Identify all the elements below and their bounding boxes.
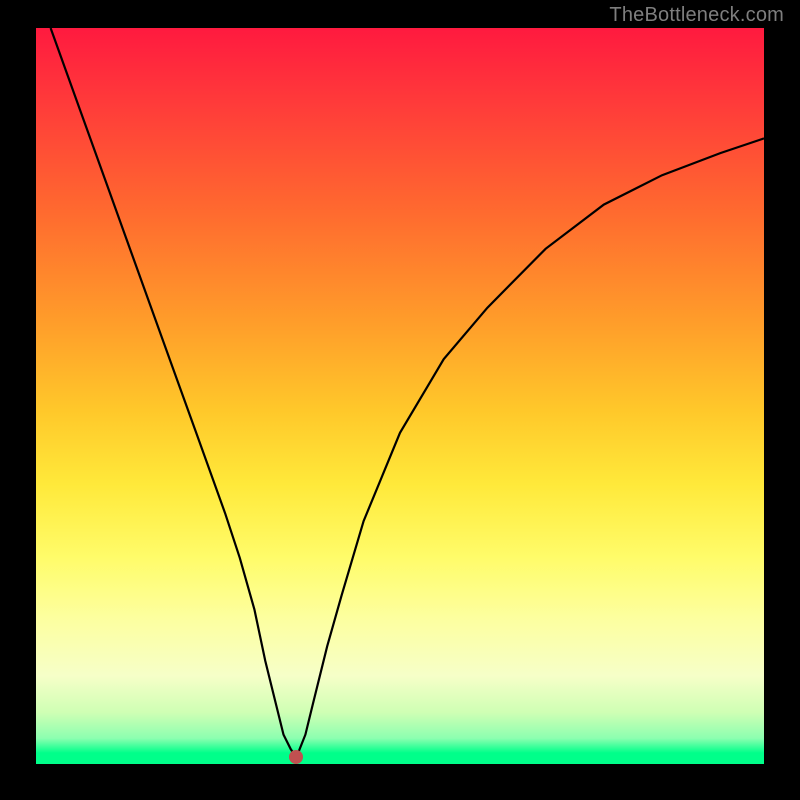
optimum-marker bbox=[289, 750, 303, 764]
plot-area bbox=[36, 28, 764, 764]
chart-frame: TheBottleneck.com bbox=[0, 0, 800, 800]
bottleneck-curve bbox=[36, 28, 764, 764]
watermark-text: TheBottleneck.com bbox=[609, 4, 784, 27]
